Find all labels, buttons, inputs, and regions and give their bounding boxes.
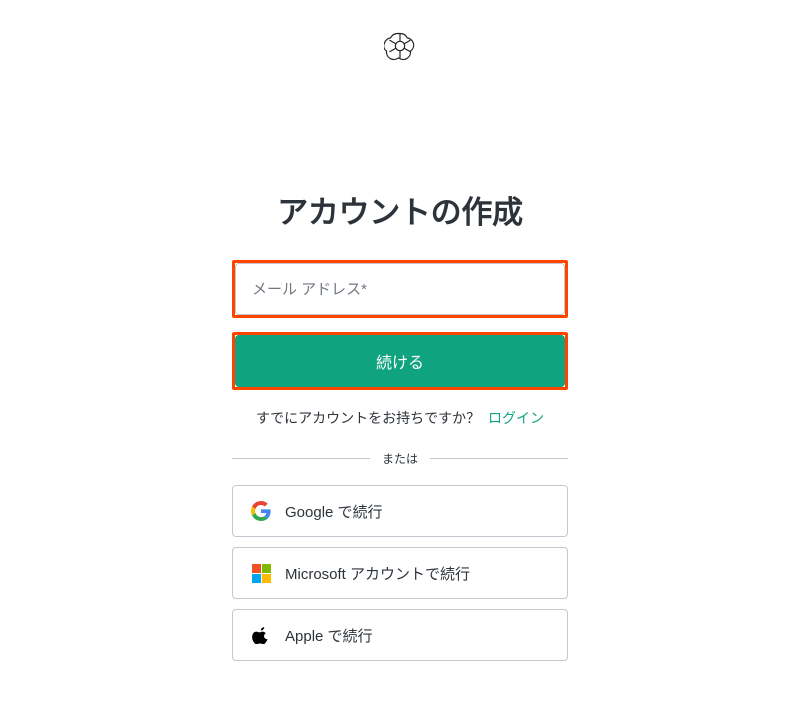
divider-label: または — [370, 450, 430, 467]
apple-icon — [251, 625, 271, 645]
login-link[interactable]: ログイン — [488, 410, 544, 426]
continue-with-google-button[interactable]: Google で続行 — [232, 485, 568, 537]
google-icon — [251, 501, 271, 521]
openai-logo-icon — [384, 30, 416, 67]
login-prompt: すでにアカウントをお持ちですか？ ログイン — [256, 408, 544, 428]
microsoft-icon — [251, 563, 271, 583]
continue-with-microsoft-button[interactable]: Microsoft アカウントで続行 — [232, 547, 568, 599]
email-input[interactable] — [235, 263, 565, 315]
brand-logo-container — [0, 0, 800, 67]
continue-with-apple-button[interactable]: Apple で続行 — [232, 609, 568, 661]
have-account-text: すでにアカウントをお持ちですか？ — [256, 410, 480, 426]
continue-highlight: 続ける — [232, 332, 568, 390]
signup-card: アカウントの作成 続ける すでにアカウントをお持ちですか？ ログイン または G… — [232, 187, 568, 671]
apple-button-label: Apple で続行 — [285, 625, 373, 646]
microsoft-button-label: Microsoft アカウントで続行 — [285, 563, 470, 584]
social-divider: または — [232, 450, 568, 467]
page-title: アカウントの作成 — [277, 187, 523, 232]
continue-button[interactable]: 続ける — [235, 335, 565, 387]
google-button-label: Google で続行 — [285, 501, 383, 522]
email-highlight — [232, 260, 568, 318]
